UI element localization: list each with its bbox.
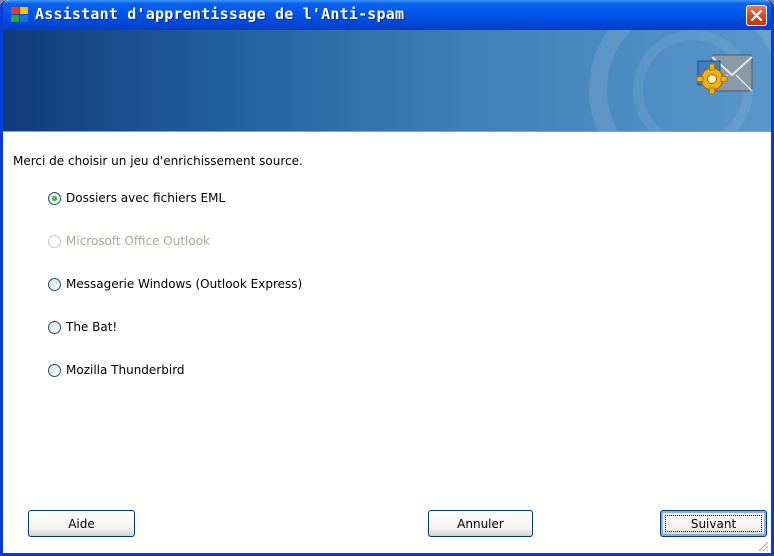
option-label: Dossiers avec fichiers EML <box>66 191 226 205</box>
radio-button[interactable] <box>48 278 61 291</box>
dialog-window: Assistant d'apprentissage de l'Anti-spam <box>0 0 774 556</box>
cancel-button[interactable]: Annuler <box>428 510 533 537</box>
window-title: Assistant d'apprentissage de l'Anti-spam <box>35 5 405 23</box>
radio-button-selected[interactable] <box>48 192 61 205</box>
option-label: Messagerie Windows (Outlook Express) <box>66 277 303 291</box>
header-banner <box>3 30 771 131</box>
instruction-text: Merci de choisir un jeu d'enrichissement… <box>13 154 303 168</box>
option-label: Mozilla Thunderbird <box>66 363 185 377</box>
radio-button[interactable] <box>48 321 61 334</box>
envelope-gear-logo <box>690 45 756 103</box>
close-button[interactable] <box>746 5 767 26</box>
next-button[interactable]: Suivant <box>660 510 767 537</box>
radio-button[interactable] <box>48 364 61 377</box>
wizard-content: Merci de choisir un jeu d'enrichissement… <box>3 132 771 553</box>
option-label: Microsoft Office Outlook <box>66 234 210 248</box>
radio-selected-dot <box>52 196 57 201</box>
avg-app-icon <box>11 7 29 23</box>
help-button[interactable]: Aide <box>28 510 135 537</box>
radio-button-disabled <box>48 235 61 248</box>
title-bar[interactable]: Assistant d'apprentissage de l'Anti-spam <box>3 0 771 30</box>
resize-grip-icon[interactable] <box>757 537 769 552</box>
close-icon <box>750 9 763 22</box>
option-label: The Bat! <box>66 320 118 334</box>
focus-rectangle <box>665 515 762 532</box>
